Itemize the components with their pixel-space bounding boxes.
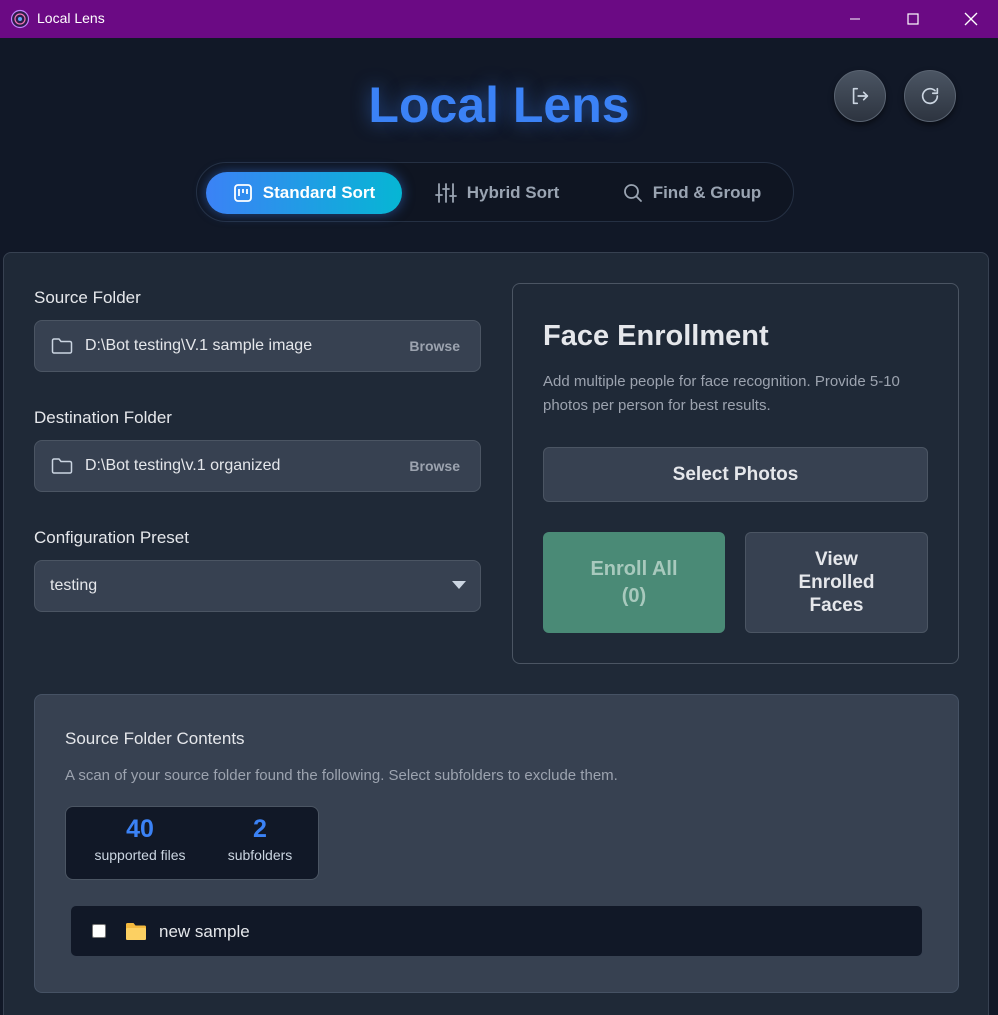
enroll-all-label: Enroll All: [590, 557, 678, 580]
sliders-icon: [434, 183, 457, 203]
configuration-preset-select[interactable]: testing: [34, 560, 481, 612]
folder-icon: [51, 458, 73, 474]
window-title: Local Lens: [37, 10, 105, 26]
standard-sort-panel: Source Folder D:\Bot testing\V.1 sample …: [3, 252, 989, 1015]
view-label-line2: Enrolled: [798, 572, 875, 593]
logout-icon: [852, 87, 869, 105]
search-icon: [623, 184, 642, 202]
destination-folder-field[interactable]: D:\Bot testing\v.1 organized Browse: [34, 440, 481, 492]
exclude-subfolder-checkbox[interactable]: [92, 924, 106, 938]
board-icon: [233, 184, 252, 202]
folder-icon: [126, 923, 146, 940]
folder-icon: [51, 338, 73, 354]
destination-folder-path: D:\Bot testing\v.1 organized: [85, 457, 281, 474]
maximize-icon: [907, 13, 919, 25]
contents-description: A scan of your source folder found the f…: [65, 767, 618, 784]
window-titlebar: Local Lens: [0, 0, 998, 38]
destination-folder-label: Destination Folder: [34, 408, 172, 427]
view-label-line1: View: [815, 549, 858, 570]
source-folder-label: Source Folder: [34, 288, 141, 307]
tab-label: Standard Sort: [262, 183, 376, 202]
view-enrolled-faces-button[interactable]: View Enrolled Faces: [745, 532, 928, 633]
select-photos-button[interactable]: Select Photos: [543, 447, 928, 502]
refresh-icon: [921, 87, 939, 105]
tab-label: Find & Group: [652, 183, 762, 202]
list-item[interactable]: new sample: [70, 905, 923, 957]
face-enrollment-description: Add multiple people for face recognition…: [543, 373, 900, 414]
face-enrollment-title: Face Enrollment: [543, 320, 769, 352]
app-logo-icon: [10, 9, 30, 29]
contents-title: Source Folder Contents: [65, 729, 245, 748]
minimize-icon: [850, 18, 860, 20]
stat-value: 2: [253, 815, 267, 843]
tab-label: Hybrid Sort: [466, 183, 560, 202]
tab-find-group[interactable]: Find & Group: [607, 172, 777, 214]
face-enrollment-card: Face Enrollment Add multiple people for …: [512, 283, 959, 664]
maximize-button[interactable]: [884, 0, 942, 38]
source-folder-field[interactable]: D:\Bot testing\V.1 sample image Browse: [34, 320, 481, 372]
logout-button[interactable]: [834, 70, 886, 122]
minimize-button[interactable]: [826, 0, 884, 38]
tab-hybrid-sort[interactable]: Hybrid Sort: [422, 172, 572, 214]
destination-browse-button[interactable]: Browse: [409, 458, 460, 474]
enroll-all-button[interactable]: Enroll All (0): [543, 532, 725, 633]
app-window: Local Lens Standard Sort Hybrid Sort Fin…: [2, 38, 996, 1015]
enroll-count-label: (0): [621, 584, 647, 607]
tab-standard-sort[interactable]: Standard Sort: [206, 172, 402, 214]
scan-stats: 40 supported files 2 subfolders: [65, 806, 319, 880]
source-folder-path: D:\Bot testing\V.1 sample image: [85, 337, 313, 354]
stat-label: subfolders: [227, 847, 293, 863]
refresh-button[interactable]: [904, 70, 956, 122]
source-browse-button[interactable]: Browse: [409, 338, 460, 354]
close-button[interactable]: [942, 0, 998, 38]
view-label-line3: Faces: [809, 595, 864, 616]
source-folder-contents-card: Source Folder Contents A scan of your so…: [34, 694, 959, 993]
stat-label: supported files: [94, 847, 186, 863]
preset-selected-value: testing: [50, 577, 98, 594]
stat-value: 40: [126, 815, 154, 843]
mode-tabs: Standard Sort Hybrid Sort Find & Group: [196, 162, 794, 222]
chevron-down-icon: [452, 581, 466, 589]
stat-subfolders: 2 subfolders: [216, 815, 304, 863]
close-icon: [964, 12, 978, 26]
configuration-preset-label: Configuration Preset: [34, 528, 189, 547]
stat-supported-files: 40 supported files: [80, 815, 200, 863]
subfolder-name: new sample: [159, 922, 250, 941]
